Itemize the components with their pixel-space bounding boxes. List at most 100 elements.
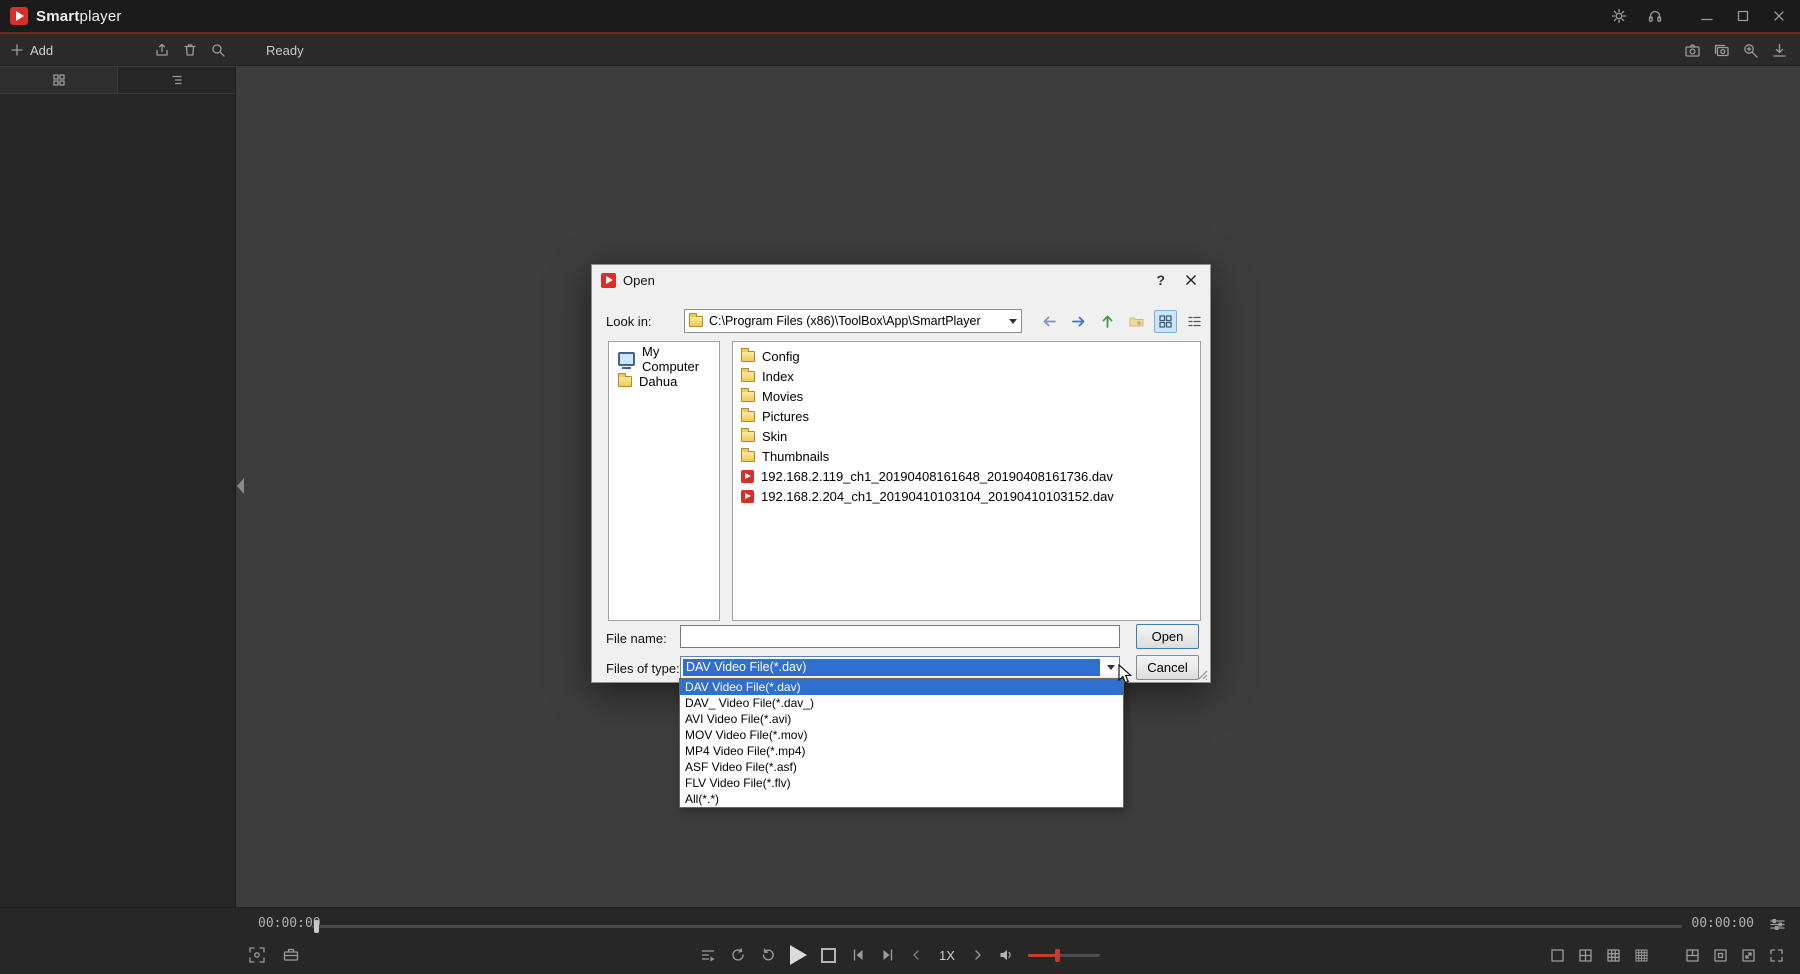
undo-button[interactable] — [760, 947, 776, 963]
play-button[interactable] — [790, 945, 807, 965]
file-list-item[interactable]: Movies — [733, 386, 1200, 406]
type-option[interactable]: MOV Video File(*.mov) — [680, 727, 1123, 743]
dialog-close-icon — [1185, 274, 1197, 286]
volume-handle[interactable] — [1055, 949, 1060, 962]
timeline-track[interactable] — [312, 925, 1682, 928]
type-option[interactable]: MP4 Video File(*.mp4) — [680, 743, 1123, 759]
tab-grid-view[interactable] — [0, 67, 118, 93]
file-list-item[interactable]: 192.168.2.204_ch1_20190410103104_2019041… — [733, 486, 1200, 506]
speed-down-button[interactable] — [910, 948, 922, 962]
dialog-titlebar[interactable]: Open ? — [592, 265, 1210, 295]
places-item[interactable]: My Computer — [609, 348, 719, 370]
maximize-icon — [1735, 8, 1751, 24]
type-option[interactable]: DAV_ Video File(*.dav_) — [680, 695, 1123, 711]
look-in-dropdown-arrow-icon[interactable] — [1009, 319, 1017, 324]
screen-4-button[interactable] — [1578, 948, 1593, 963]
stop-button[interactable] — [821, 948, 836, 963]
type-option[interactable]: DAV Video File(*.dav) — [680, 679, 1123, 695]
dialog-close-button[interactable] — [1185, 274, 1197, 286]
ivs-icon — [248, 946, 266, 964]
type-option[interactable]: FLV Video File(*.flv) — [680, 775, 1123, 791]
volume-slider[interactable] — [1028, 954, 1100, 957]
settings-button[interactable] — [1608, 5, 1630, 27]
screen-16-button[interactable] — [1634, 948, 1649, 963]
dialog-help-button[interactable]: ? — [1156, 272, 1165, 288]
close-button[interactable] — [1768, 5, 1790, 27]
type-option[interactable]: ASF Video File(*.asf) — [680, 759, 1123, 775]
stop-icon — [821, 948, 836, 963]
delete-button[interactable] — [182, 42, 198, 58]
new-folder-button[interactable] — [1125, 310, 1148, 333]
speed-up-button[interactable] — [972, 948, 984, 962]
search-button[interactable] — [210, 42, 226, 58]
timeline-handle[interactable] — [314, 920, 319, 933]
look-in-combobox[interactable]: C:\Program Files (x86)\ToolBox\App\Smart… — [684, 309, 1022, 333]
repeat-icon — [730, 947, 746, 963]
file-list-item[interactable]: Config — [733, 346, 1200, 366]
volume-button[interactable] — [998, 947, 1014, 963]
timeline-settings-button[interactable] — [1769, 916, 1786, 933]
maximize-button[interactable] — [1732, 5, 1754, 27]
mouse-cursor — [1118, 664, 1138, 686]
list-view-mode-button[interactable] — [1154, 310, 1177, 333]
screen-4-icon — [1578, 948, 1593, 963]
screen-1-button[interactable] — [1550, 948, 1565, 963]
forward-button[interactable] — [1067, 310, 1090, 333]
add-file-label: Add — [30, 43, 53, 58]
minimize-button[interactable] — [1696, 5, 1718, 27]
gear-icon — [1611, 8, 1627, 24]
detail-view-mode-button[interactable] — [1183, 310, 1206, 333]
cancel-button[interactable]: Cancel — [1136, 655, 1199, 680]
batch-snapshot-button[interactable] — [1713, 42, 1730, 59]
minimize-icon — [1699, 8, 1715, 24]
export-icon — [154, 42, 170, 58]
files-of-type-combobox[interactable]: DAV Video File(*.dav) — [680, 656, 1120, 679]
fullscreen-button[interactable] — [1769, 948, 1784, 963]
volume-fill — [1028, 954, 1058, 957]
stretch-button[interactable] — [1741, 948, 1756, 963]
file-type-icon — [741, 451, 755, 462]
resize-grip[interactable] — [1196, 668, 1208, 680]
list-view-icon — [170, 73, 184, 87]
open-button[interactable]: Open — [1136, 624, 1199, 649]
file-name-text: Movies — [762, 389, 803, 404]
file-list-item[interactable]: Index — [733, 366, 1200, 386]
app-title: Smartplayer — [36, 8, 122, 25]
prev-frame-button[interactable] — [850, 947, 866, 963]
download-button[interactable] — [1771, 42, 1788, 59]
add-file-button[interactable]: Add — [10, 43, 53, 58]
file-name-text: Pictures — [762, 409, 809, 424]
file-list-item[interactable]: 192.168.2.119_ch1_20190408161648_2019040… — [733, 466, 1200, 486]
toolbox-button[interactable] — [282, 946, 300, 964]
type-option[interactable]: All(*.*) — [680, 791, 1123, 807]
snapshot-button[interactable] — [1684, 42, 1701, 59]
file-name-text: 192.168.2.204_ch1_20190410103104_2019041… — [761, 489, 1114, 504]
screen-9-button[interactable] — [1606, 948, 1621, 963]
panel-collapse-icon[interactable] — [237, 478, 244, 494]
repeat-button[interactable] — [730, 947, 746, 963]
file-list-item[interactable]: Thumbnails — [733, 446, 1200, 466]
up-directory-button[interactable] — [1096, 310, 1119, 333]
digital-zoom-button[interactable] — [1742, 42, 1759, 59]
back-button[interactable] — [1038, 310, 1061, 333]
file-name-input[interactable] — [680, 625, 1120, 648]
type-option[interactable]: AVI Video File(*.avi) — [680, 711, 1123, 727]
places-sidebar: My Computer Dahua — [608, 341, 720, 621]
feedback-button[interactable] — [1644, 5, 1666, 27]
ivs-button[interactable] — [248, 946, 266, 964]
original-size-button[interactable] — [1713, 948, 1728, 963]
file-list-item[interactable]: Pictures — [733, 406, 1200, 426]
file-type-icon — [741, 391, 755, 402]
look-in-label: Look in: — [606, 314, 652, 329]
file-list-item[interactable]: Skin — [733, 426, 1200, 446]
export-button[interactable] — [154, 42, 170, 58]
type-option-label: DAV Video File(*.dav) — [685, 680, 801, 694]
original-size-icon — [1713, 948, 1728, 963]
tab-list-view[interactable] — [118, 67, 235, 93]
headset-icon — [1647, 8, 1663, 24]
custom-split-button[interactable] — [1685, 948, 1700, 963]
play-list-button[interactable] — [700, 947, 716, 963]
next-frame-button[interactable] — [880, 947, 896, 963]
files-of-type-dropdown-arrow-icon[interactable] — [1102, 665, 1119, 670]
dialog-title: Open — [623, 273, 655, 288]
